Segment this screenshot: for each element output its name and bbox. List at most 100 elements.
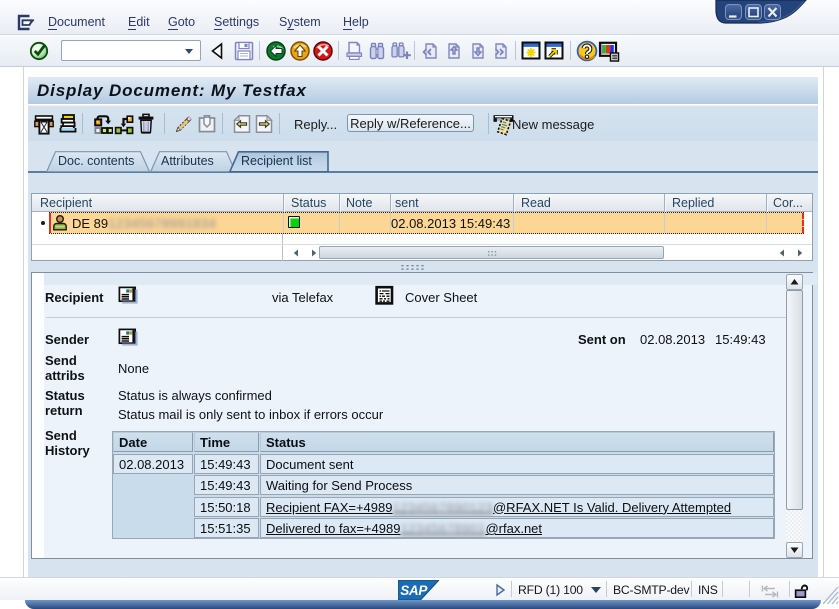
tab-attributes[interactable]: Attributes — [150, 151, 236, 172]
previous-page-icon[interactable] — [443, 40, 467, 64]
recipient-person-icon — [51, 214, 69, 232]
statusbar-separator — [722, 581, 723, 597]
maximize-button[interactable] — [745, 4, 762, 20]
scroll-left-2-icon[interactable] — [776, 247, 788, 259]
minimize-button[interactable] — [725, 4, 742, 20]
create-shortcut-icon[interactable] — [544, 40, 568, 64]
delivery-status-link[interactable]: Delivered to fax=+498912345678901@rfax.n… — [266, 521, 542, 536]
apptoolbar-separator — [279, 113, 280, 134]
vertical-scrollbar[interactable] — [786, 274, 803, 558]
recipient-cell[interactable]: DE 8912345678991834 — [72, 216, 216, 231]
reply-button[interactable]: Reply... — [294, 117, 337, 132]
response-time-icon[interactable] — [761, 585, 779, 598]
vscroll-track[interactable] — [786, 510, 803, 542]
scroll-up-icon[interactable] — [786, 274, 803, 290]
previous-document-icon[interactable] — [231, 113, 253, 135]
system-info[interactable]: RFD (1) 100 — [518, 583, 583, 597]
tab-doc-contents[interactable]: Doc. contents — [46, 151, 150, 172]
window-left-border — [23, 67, 24, 577]
enter-icon[interactable] — [29, 40, 53, 64]
sh-r4-status[interactable]: Delivered to fax=+498912345678901@rfax.n… — [260, 518, 774, 538]
menu-help[interactable]: Help — [343, 15, 369, 29]
find-icon[interactable] — [366, 40, 390, 64]
vscroll-thumb[interactable] — [786, 290, 803, 510]
hscroll-thumb[interactable] — [319, 246, 664, 259]
menu-edit[interactable]: Edit — [128, 15, 150, 29]
customize-local-layout-icon[interactable] — [598, 40, 622, 64]
last-page-icon[interactable] — [490, 40, 514, 64]
recipient-address-icon[interactable] — [118, 285, 140, 306]
scroll-down-icon[interactable] — [786, 542, 803, 558]
menu-document[interactable]: Document — [48, 15, 105, 29]
menu-label-rest: elp — [352, 15, 369, 29]
delivery-status-link[interactable]: Recipient FAX=+49891234567890123@RFAX.NE… — [266, 500, 731, 515]
print-icon[interactable] — [344, 40, 368, 64]
menu-icon[interactable] — [17, 14, 36, 31]
sent-cell[interactable]: 02.08.2013 15:49:43 — [391, 216, 510, 231]
new-message-icon[interactable] — [492, 113, 514, 135]
col-read[interactable]: Read — [521, 196, 551, 210]
recipient-label: Recipient — [45, 290, 104, 305]
print-fax-icon[interactable] — [34, 113, 56, 135]
sh-r2-time: 15:49:43 — [194, 475, 259, 495]
tab-label: Recipient list — [241, 154, 312, 168]
find-next-icon[interactable] — [389, 40, 413, 64]
display-change-icon[interactable] — [172, 113, 194, 135]
col-sent[interactable]: sent — [395, 196, 419, 210]
col-note[interactable]: Note — [346, 196, 372, 210]
print-list-icon[interactable] — [57, 113, 79, 135]
cancel-icon[interactable] — [312, 40, 336, 64]
detail-top-band — [44, 273, 817, 285]
status-ok-indicator — [288, 216, 300, 228]
col-replied[interactable]: Replied — [672, 196, 714, 210]
col-status[interactable]: Status — [291, 196, 326, 210]
message-expand-icon[interactable] — [494, 583, 507, 597]
back-arrow-icon[interactable] — [208, 40, 232, 64]
column-divider — [390, 194, 391, 212]
command-dropdown-icon[interactable] — [185, 49, 193, 54]
col-recipient[interactable]: Recipient — [40, 196, 92, 210]
recipient-table: Recipient Status Note sent Read Replied … — [31, 193, 813, 261]
system-dropdown-icon[interactable] — [591, 587, 601, 593]
scroll-right-2-icon[interactable] — [794, 247, 806, 259]
sh-r3-status[interactable]: Recipient FAX=+49891234567890123@RFAX.NE… — [260, 497, 774, 517]
thumb-grip-icon — [487, 250, 497, 257]
close-button[interactable] — [764, 4, 781, 20]
tab-recipient-list[interactable]: Recipient list — [229, 151, 329, 172]
menu-goto[interactable]: Goto — [168, 15, 195, 29]
sender-address-icon[interactable] — [118, 327, 140, 348]
reply-with-reference-button[interactable]: Reply w/Reference... — [347, 114, 474, 132]
command-field[interactable] — [61, 40, 201, 61]
exit-icon[interactable] — [289, 40, 313, 64]
menu-settings[interactable]: Settings — [214, 15, 259, 29]
new-message-button[interactable]: New message — [512, 117, 594, 132]
horizontal-scrollbar[interactable] — [32, 244, 812, 260]
first-page-icon[interactable] — [420, 40, 444, 64]
back-icon[interactable] — [265, 40, 289, 64]
sap-gui-window: Document Edit Goto Settings System Help — [0, 0, 839, 609]
help-icon[interactable] — [576, 40, 600, 64]
recipient-row[interactable]: DE 8912345678991834 02.08.2013 15:49:43 — [32, 212, 812, 234]
label-line: History — [45, 443, 90, 458]
security-lock-icon[interactable] — [794, 581, 811, 599]
window-bottom-border — [25, 600, 821, 609]
menu-system[interactable]: System — [279, 15, 321, 29]
insert-mode[interactable]: INS — [698, 583, 718, 597]
next-document-icon[interactable] — [253, 113, 275, 135]
delete-icon[interactable] — [135, 113, 157, 135]
forward-icon[interactable] — [113, 113, 135, 135]
next-page-icon[interactable] — [467, 40, 491, 64]
resubmission-icon[interactable] — [91, 113, 113, 135]
recipient-row-selection[interactable]: DE 8912345678991834 02.08.2013 15:49:43 — [49, 212, 804, 234]
resize-grip[interactable] — [823, 587, 839, 606]
cell-divider — [664, 213, 665, 233]
sender-label: Sender — [45, 332, 89, 347]
toolbar-separator — [570, 41, 571, 60]
cover-sheet-icon[interactable] — [374, 285, 395, 306]
new-session-icon[interactable] — [521, 40, 545, 64]
scroll-left-icon[interactable] — [290, 247, 302, 259]
put-in-folder-icon[interactable] — [196, 113, 218, 135]
splitter-handle[interactable] — [400, 264, 426, 270]
col-cor[interactable]: Cor... — [773, 196, 803, 210]
save-icon[interactable] — [233, 40, 257, 64]
